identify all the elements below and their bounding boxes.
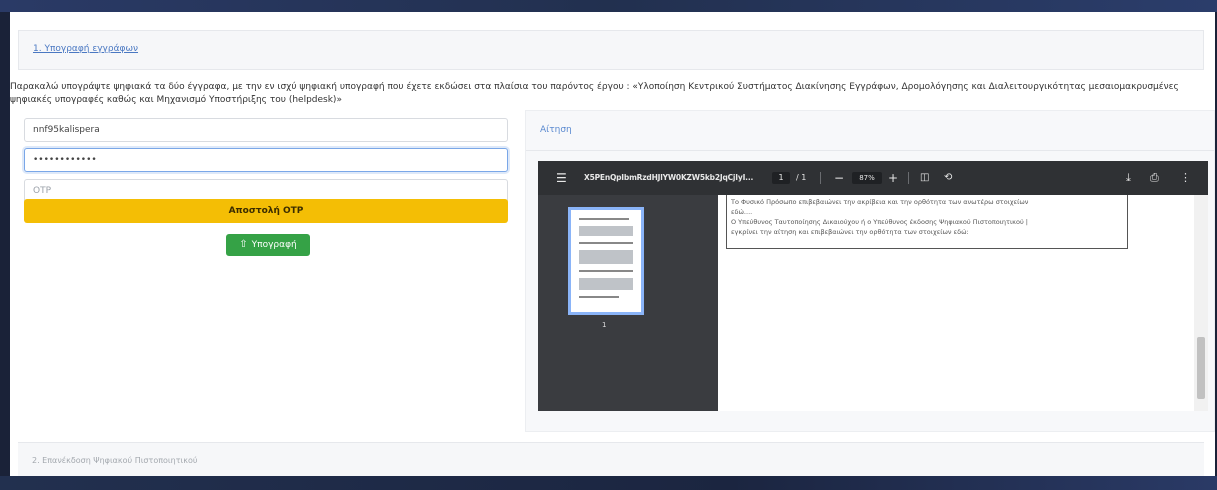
- zoom-out-icon[interactable]: −: [834, 161, 844, 195]
- thumbnail-pane: 1: [538, 195, 718, 411]
- upload-icon: ⇧: [239, 239, 248, 250]
- zoom-in-icon[interactable]: +: [888, 161, 898, 195]
- instructions-text: Παρακαλώ υπογράψτε ψηφιακά τα δύο έγγραφ…: [10, 82, 1179, 105]
- top-frame-band: [0, 0, 1217, 12]
- thumb-line: [579, 242, 633, 244]
- aitisi-link[interactable]: Αίτηση: [540, 125, 572, 135]
- toolbar-divider: [908, 172, 909, 184]
- scroll-thumb[interactable]: [1197, 337, 1205, 399]
- sign-button[interactable]: ⇧ Υπογραφή: [226, 234, 310, 256]
- fit-page-icon[interactable]: ◫: [920, 161, 929, 195]
- thumb-block: [579, 226, 633, 236]
- bottom-frame-band: [0, 476, 1217, 490]
- step1-header: 1. Υπογραφή εγγράφων: [18, 30, 1204, 70]
- aitisi-panel: Αίτηση ☰ X5PEnQpIbmRzdHJlYW0KZW5kb2JqCjI…: [525, 110, 1215, 432]
- menu-icon[interactable]: ☰: [556, 161, 567, 195]
- step2-header[interactable]: 2. Επανέκδοση Ψηφιακού Πιστοποιητικού: [18, 442, 1204, 476]
- thumb-line: [579, 270, 633, 272]
- pdf-toolbar: ☰ X5PEnQpIbmRzdHJlYW0KZW5kb2JqCjIyI... 1…: [538, 161, 1208, 195]
- password-field[interactable]: ••••••••••••: [24, 148, 508, 172]
- download-icon[interactable]: ⤓: [1126, 161, 1131, 195]
- zoom-level[interactable]: 87%: [852, 172, 882, 184]
- rotate-icon[interactable]: ⟲: [944, 161, 952, 195]
- sign-button-label: Υπογραφή: [251, 240, 297, 250]
- step1-link[interactable]: 1. Υπογραφή εγγράφων: [33, 44, 138, 54]
- page-content: 1. Υπογραφή εγγράφων Παρακαλώ υπογράψτε …: [10, 12, 1215, 476]
- thumb-line: [579, 296, 619, 298]
- pdf-page: Το Φυσικό Πρόσωπο επιβεβαιώνει την ακρίβ…: [718, 195, 1194, 411]
- page-number-input[interactable]: 1: [772, 172, 790, 184]
- pdf-scrollbar[interactable]: [1194, 195, 1208, 411]
- doc-line: εδώ....: [731, 208, 753, 216]
- page-total: / 1: [796, 173, 807, 182]
- send-otp-button[interactable]: Αποστολή OTP: [24, 199, 508, 223]
- username-field[interactable]: nnf95kalispera: [24, 118, 508, 142]
- pdf-doc-title: X5PEnQpIbmRzdHJlYW0KZW5kb2JqCjIyI...: [584, 173, 754, 182]
- step2-label: 2. Επανέκδοση Ψηφιακού Πιστοποιητικού: [32, 456, 198, 465]
- more-options-icon[interactable]: ⋮: [1180, 161, 1191, 195]
- document-text-box: Το Φυσικό Πρόσωπο επιβεβαιώνει την ακρίβ…: [726, 195, 1128, 249]
- thumb-line: [579, 218, 629, 220]
- thumb-block: [579, 278, 633, 290]
- aitisi-header: Αίτηση: [526, 111, 1214, 151]
- thumb-page-number: 1: [602, 321, 607, 329]
- print-icon[interactable]: ⎙: [1150, 161, 1159, 195]
- doc-line: εγκρίνει την αίτηση και επιβεβαιώνει την…: [731, 228, 969, 236]
- pdf-viewer: ☰ X5PEnQpIbmRzdHJlYW0KZW5kb2JqCjIyI... 1…: [538, 161, 1208, 411]
- page-thumbnail[interactable]: [568, 207, 644, 315]
- thumb-block: [579, 250, 633, 264]
- doc-line: Ο Υπεύθυνος Ταυτοποίησης Δικαιούχου ή ο …: [731, 218, 1028, 226]
- doc-line: Το Φυσικό Πρόσωπο επιβεβαιώνει την ακρίβ…: [731, 198, 1029, 206]
- toolbar-divider: [820, 172, 821, 184]
